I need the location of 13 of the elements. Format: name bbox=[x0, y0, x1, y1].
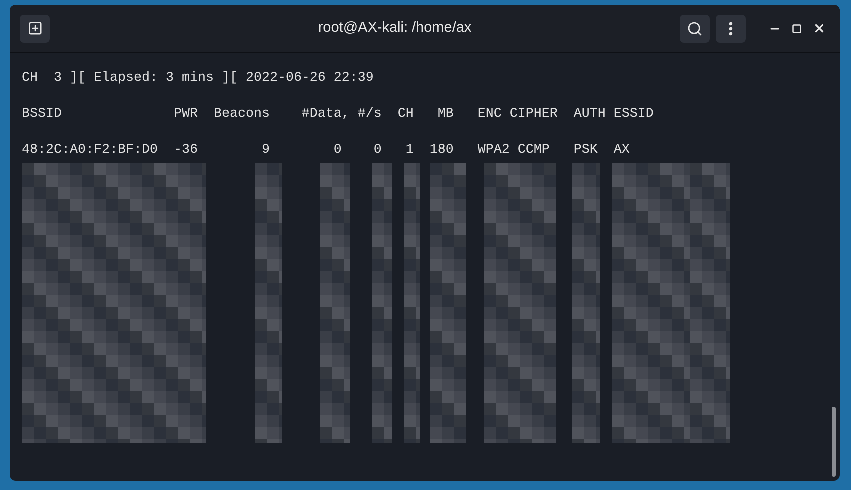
terminal-line: BSSID PWR Beacons #Data, #/s CH MB ENC CIPHER AUTH ESSID bbox=[22, 106, 654, 124]
maximize-icon bbox=[792, 24, 802, 34]
menu-icon bbox=[729, 22, 733, 36]
search-button[interactable] bbox=[680, 14, 710, 42]
new-tab-button[interactable] bbox=[20, 14, 50, 42]
search-icon bbox=[687, 20, 703, 36]
terminal-line: CH 3 ][ Elapsed: 3 mins ][ 2022-06-26 22:39 bbox=[22, 70, 374, 88]
menu-button[interactable] bbox=[716, 14, 746, 42]
terminal-line: 48:2C:A0:F2:BF:D0 -36 9 0 0 1 180 WPA2 CCMP PSK AX bbox=[22, 142, 630, 160]
close-icon bbox=[812, 22, 826, 35]
scrollbar-thumb[interactable] bbox=[832, 407, 836, 477]
plus-icon bbox=[28, 21, 42, 36]
window-title: root@AX-kali: /home/ax bbox=[318, 18, 472, 38]
